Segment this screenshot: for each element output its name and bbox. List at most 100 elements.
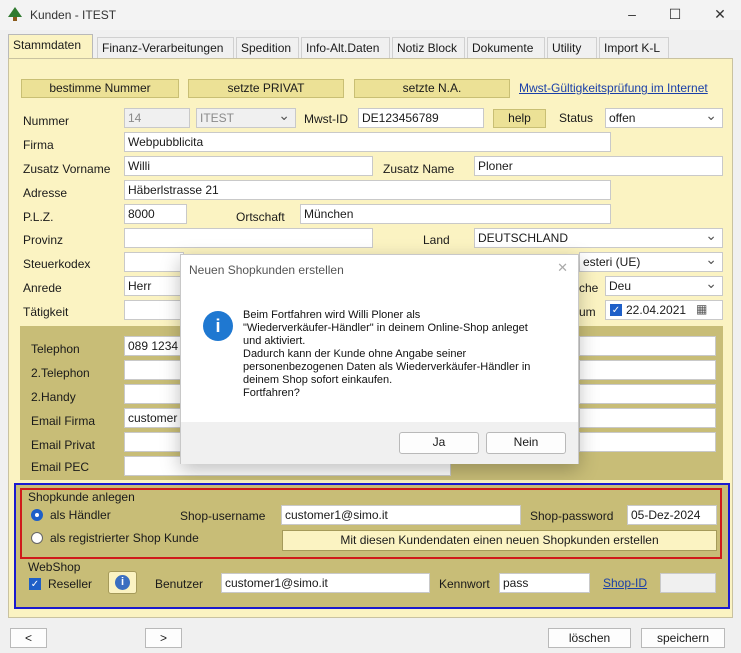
dialog-footer: Ja Nein [181,422,578,464]
benutzer-label: Benutzer [155,577,204,591]
shopkunde-legend: Shopkunde anlegen [28,490,135,504]
kennwort-field[interactable]: pass [499,573,590,593]
info-icon: i [115,575,130,590]
tab-dokumente[interactable]: Dokumente [467,37,545,58]
benutzer-field[interactable]: customer1@simo.it [221,573,430,593]
confirm-dialog: Neuen Shopkunden erstellen ✕ i Beim Fort… [180,254,579,464]
firma-field[interactable]: Webpubblicita [124,132,611,152]
tab-finanz[interactable]: Finanz-Verarbeitungen [97,37,234,58]
setzte-na-button[interactable]: setzte N.A. [354,79,510,98]
info-button[interactable]: i [108,571,137,594]
company-select[interactable]: ITEST [196,108,296,128]
radio-registered-label: als registrierter Shop Kunde [50,531,199,545]
taetigkeit-field[interactable] [124,300,184,320]
anrede-label: Anrede [23,281,62,295]
telephon-right-field[interactable] [579,336,716,356]
shop-username-label: Shop-username [180,509,266,523]
window-title: Kunden - ITEST [30,8,117,22]
shop-id-field[interactable] [660,573,716,593]
webshop-legend: WebShop [28,560,81,574]
kennwort-label: Kennwort [439,577,490,591]
datum-label: um [579,305,596,319]
close-button[interactable]: ✕ [706,4,734,24]
tab-notiz[interactable]: Notiz Block [392,37,465,58]
bestimme-nummer-button[interactable]: bestimme Nummer [21,79,179,98]
reseller-checkbox[interactable]: ✓ [29,578,41,590]
vat-check-link[interactable]: Mwst-Gültigkeitsprüfung im Internet [519,81,708,95]
sprache-label: che [579,281,599,295]
tab-info-alt[interactable]: Info-Alt.Daten [301,37,390,58]
provinz-field[interactable] [124,228,373,248]
handy-right-field[interactable] [579,384,716,404]
email-pec-label: Email PEC [31,460,90,474]
name-label: Zusatz Name [383,162,455,176]
reseller-label: Reseller [48,577,93,591]
steuer-field[interactable] [124,252,184,272]
land-select[interactable]: DEUTSCHLAND [474,228,723,248]
email-privat-field[interactable] [124,432,184,452]
name-field[interactable]: Ploner [474,156,723,176]
email-firma-field[interactable]: customer [124,408,184,428]
dialog-no-button[interactable]: Nein [486,432,566,454]
telephon-field[interactable]: 089 1234 [124,336,184,356]
app-tree-icon [8,7,22,21]
mwst-field[interactable]: DE123456789 [358,108,484,128]
mwst-label: Mwst-ID [304,112,348,126]
save-button[interactable]: speichern [641,628,725,648]
shop-username-field[interactable]: customer1@simo.it [281,505,521,525]
delete-button[interactable]: löschen [548,628,631,648]
email-privat-label: Email Privat [31,438,96,452]
email-privat-right-field[interactable] [579,432,716,452]
email-firma-label: Email Firma [31,414,96,428]
steuer-select[interactable]: esteri (UE) [579,252,723,272]
anrede-field[interactable]: Herr [124,276,184,296]
tab-import[interactable]: Import K-L [599,37,669,58]
ort-label: Ortschaft [236,210,285,224]
maximize-button[interactable]: ☐ [661,4,689,24]
telephon2-field[interactable] [124,360,184,380]
calendar-icon[interactable]: ▦ [696,302,707,316]
nummer-field[interactable]: 14 [124,108,190,128]
help-button[interactable]: help [493,109,546,128]
nummer-label: Nummer [23,114,70,128]
tab-stammdaten[interactable]: Stammdaten [8,34,93,58]
shop-password-field[interactable]: 05-Dez-2024 [627,505,717,525]
radio-registered[interactable] [31,532,43,544]
shop-id-link[interactable]: Shop-ID [603,576,647,590]
info-icon: i [203,311,233,341]
ort-field[interactable]: München [300,204,611,224]
vorname-label: Zusatz Vorname [23,162,111,176]
telephon-label: Telephon [31,342,80,356]
sprache-select[interactable]: Deu [605,276,723,296]
tab-utility[interactable]: Utility [547,37,597,58]
steuer-label: Steuerkodex [23,257,91,271]
create-shopkunde-button[interactable]: Mit diesen Kundendaten einen neuen Shopk… [282,530,717,551]
prev-button[interactable]: < [10,628,47,648]
dialog-yes-button[interactable]: Ja [399,432,479,454]
dialog-title: Neuen Shopkunden erstellen [189,263,344,277]
minimize-button[interactable]: – [618,4,646,24]
land-label: Land [423,233,450,247]
handy-label: 2.Handy [31,390,76,404]
radio-haendler[interactable] [31,509,43,521]
status-label: Status [559,111,594,125]
telephon2-right-field[interactable] [579,360,716,380]
shop-password-label: Shop-password [530,509,614,523]
datum-checkbox[interactable]: ✓ [610,304,622,316]
adresse-label: Adresse [23,186,68,200]
title-bar: Kunden - ITEST – ☐ ✕ [0,0,741,30]
dialog-close-icon[interactable]: ✕ [557,260,568,276]
telephon2-label: 2.Telephon [31,366,90,380]
vorname-field[interactable]: Willi [124,156,373,176]
provinz-label: Provinz [23,233,64,247]
setzte-privat-button[interactable]: setzte PRIVAT [188,79,344,98]
plz-field[interactable]: 8000 [124,204,187,224]
handy-field[interactable] [124,384,184,404]
adresse-field[interactable]: Häberlstrasse 21 [124,180,611,200]
status-select[interactable]: offen [605,108,723,128]
tab-spedition[interactable]: Spedition [236,37,299,58]
plz-label: P.L.Z. [23,210,54,224]
email-firma-right-field[interactable] [579,408,716,428]
next-button[interactable]: > [145,628,182,648]
firma-label: Firma [23,138,54,152]
